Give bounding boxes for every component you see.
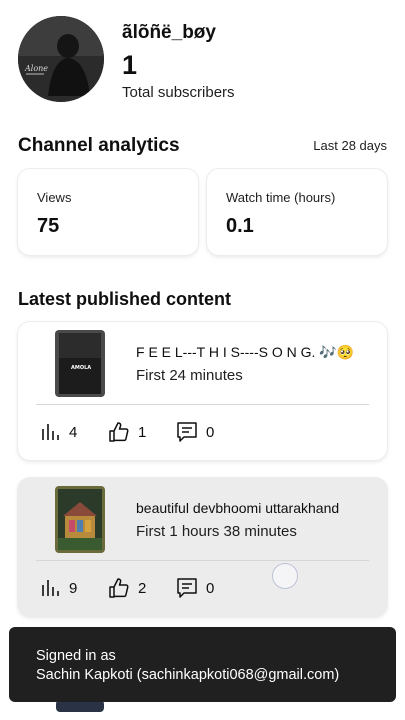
thumbnail-text: AMOLA [71,365,91,371]
views-stat: 4 [39,421,77,443]
divider [36,560,369,561]
views-card[interactable]: Views 75 [18,169,198,255]
analytics-title: Channel analytics [18,135,180,156]
likes-count: 2 [138,579,147,597]
divider [36,404,369,405]
video-stats: 4 1 0 [39,421,359,443]
views-stat: 9 [39,577,77,599]
avatar-image: Alone [18,16,104,102]
views-count: 4 [69,423,78,441]
content-card[interactable]: beautiful devbhoomi uttarakhand First 1 … [18,478,387,616]
signed-in-toast: Signed in as Sachin Kapkoti (sachinkapko… [9,627,396,702]
channel-header: Alone ãlõñë_bøy 1 Total subscribers [18,16,388,102]
video-thumbnail: AMOLA [55,330,105,397]
views-count: 9 [69,579,78,597]
toast-line-1: Signed in as [36,648,116,664]
comment-icon [177,578,197,598]
likes-count: 1 [138,423,147,441]
likes-stat: 1 [108,421,146,443]
video-thumbnail [55,486,105,553]
touch-indicator [272,563,298,589]
latest-content-title: Latest published content [18,289,232,309]
subscriber-count: 1 [122,50,138,80]
watch-time-value: 0.1 [226,215,254,237]
views-label: Views [37,190,72,205]
video-time: First 24 minutes [136,367,243,384]
video-stats: 9 2 0 [39,577,359,599]
avatar-text: Alone [24,64,48,73]
views-value: 75 [37,215,60,237]
bar-chart-icon [42,424,59,440]
content-card[interactable]: AMOLA F E E L---T H I S----S O N G. 🎶🥺 F… [18,322,387,460]
comments-count: 0 [206,423,215,441]
likes-stat: 2 [108,577,146,599]
video-title: beautiful devbhoomi uttarakhand [136,500,340,516]
channel-avatar[interactable]: Alone [18,16,104,102]
subscriber-label: Total subscribers [122,84,235,101]
comments-count: 0 [206,579,215,597]
video-title: F E E L---T H I S----S O N G. 🎶🥺 [136,344,355,360]
comments-stat: 0 [176,421,214,443]
analytics-period[interactable]: Last 28 days [313,138,387,153]
bar-chart-icon [42,580,59,596]
watch-time-label: Watch time (hours) [226,190,336,205]
comments-stat: 0 [176,577,214,599]
toast-line-2: Sachin Kapkoti (sachinkapkoti068@gmail.c… [36,667,340,683]
thumbs-up-icon [109,422,129,442]
watch-time-card[interactable]: Watch time (hours) 0.1 [207,169,387,255]
channel-name: ãlõñë_bøy [122,22,216,43]
comment-icon [177,422,197,442]
video-time: First 1 hours 38 minutes [136,523,297,540]
thumbs-up-icon [109,578,129,598]
